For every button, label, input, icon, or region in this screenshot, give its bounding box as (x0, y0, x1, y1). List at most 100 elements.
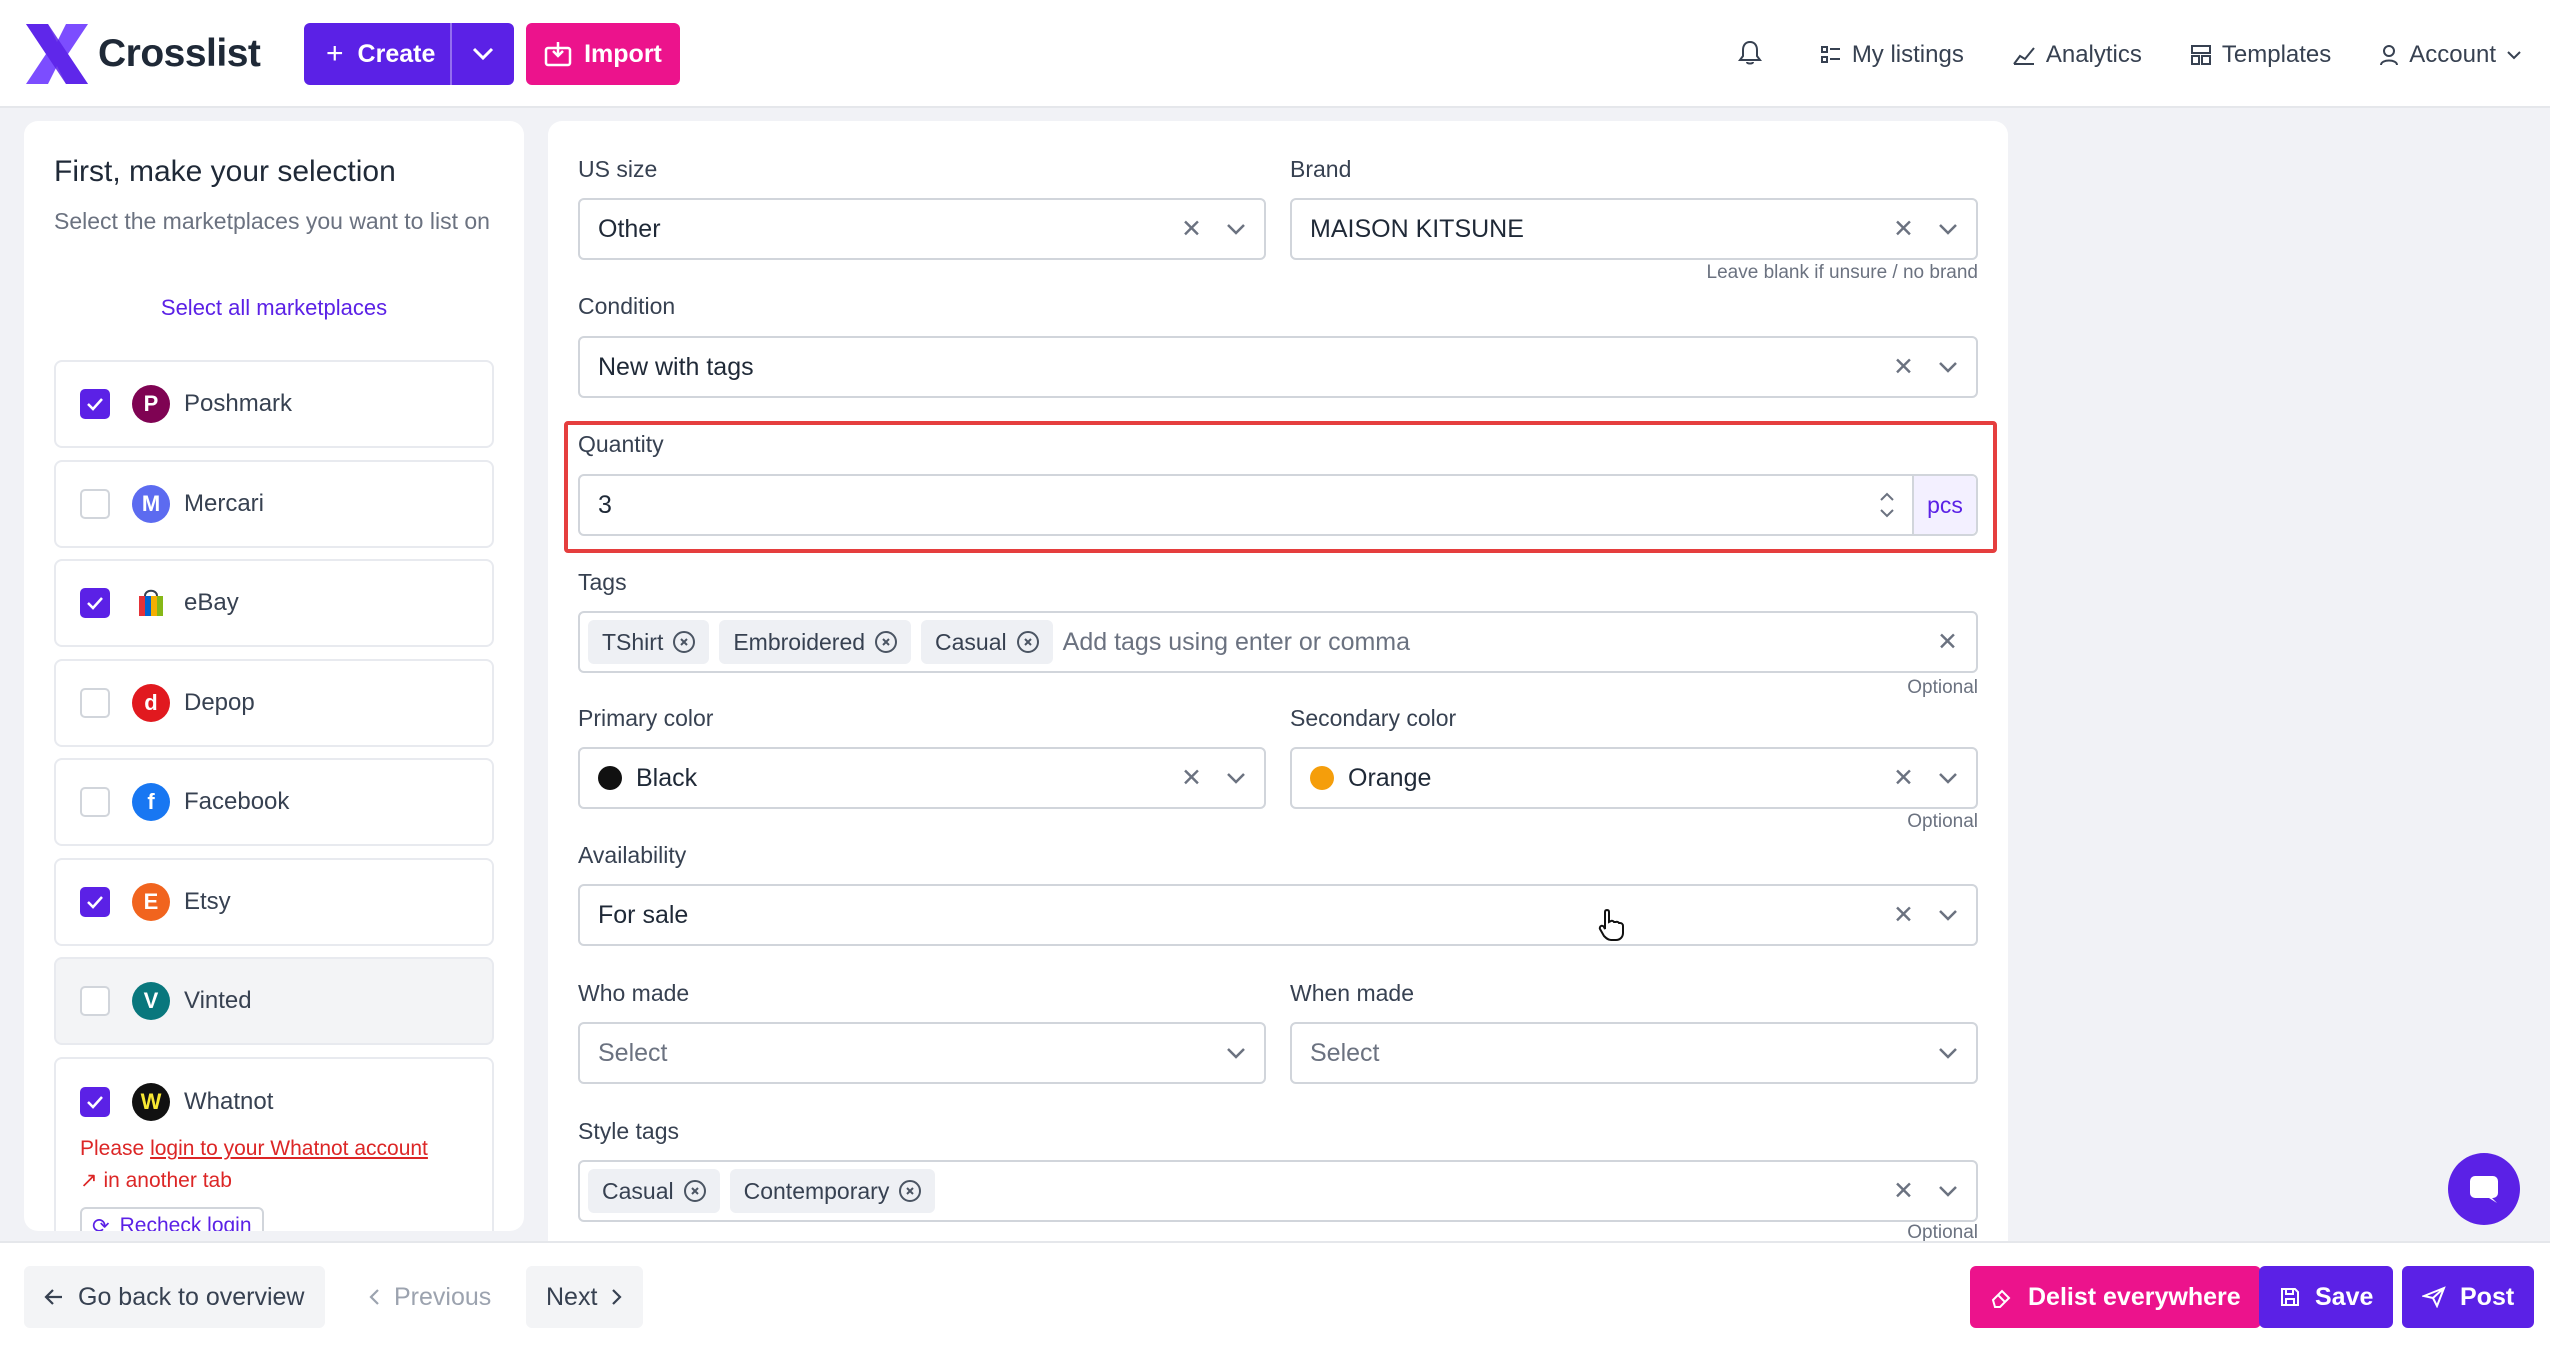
orange-swatch (1310, 766, 1334, 790)
quantity-spinner[interactable] (1862, 476, 1912, 534)
primary-color-select[interactable]: Black ✕ (578, 747, 1266, 809)
chevron-down-icon[interactable] (1226, 223, 1246, 235)
marketplace-name: Facebook (184, 788, 290, 815)
remove-tag-icon[interactable] (1016, 631, 1039, 653)
hand-cursor-icon (1598, 908, 1626, 947)
nav-my-listings[interactable]: My listings (1820, 41, 1964, 69)
secondary-color-select[interactable]: Orange ✕ (1290, 747, 1978, 809)
chat-launcher[interactable] (2448, 1153, 2520, 1225)
style-tags-select[interactable]: Casual Contemporary ✕ (578, 1160, 1978, 1222)
select-all-marketplaces-link[interactable]: Select all marketplaces (24, 295, 524, 321)
next-button[interactable]: Next (526, 1266, 644, 1328)
us-size-select[interactable]: Other ✕ (578, 198, 1266, 260)
tags-placeholder[interactable]: Add tags using enter or comma (1063, 628, 1410, 657)
chevron-down-icon[interactable] (1938, 772, 1958, 784)
when-made-label: When made (1290, 980, 1415, 1006)
poshmark-checkbox[interactable] (80, 389, 110, 419)
marketplace-mercari[interactable]: M Mercari (54, 460, 494, 548)
tags-input[interactable]: TShirt Embroidered Casual Add tags using… (578, 611, 1978, 673)
chevron-down-icon[interactable] (1226, 1047, 1246, 1059)
condition-select[interactable]: New with tags ✕ (578, 336, 1978, 398)
who-made-select[interactable]: Select (578, 1022, 1266, 1084)
marketplace-depop[interactable]: d Depop (54, 659, 494, 747)
previous-button[interactable]: Previous (348, 1266, 511, 1328)
bell-icon[interactable] (1737, 40, 1762, 71)
clear-icon[interactable]: ✕ (1893, 1176, 1914, 1206)
brand-hint: Leave blank if unsure / no brand (1706, 262, 1978, 283)
clear-icon[interactable]: ✕ (1181, 214, 1202, 244)
quantity-value[interactable]: 3 (580, 491, 1862, 520)
external-link-icon: ↗ (80, 1169, 98, 1192)
quantity-stepper[interactable]: 3 pcs (578, 474, 1978, 536)
marketplace-whatnot[interactable]: W Whatnot Please login to your Whatnot a… (54, 1057, 494, 1231)
import-label: Import (584, 39, 662, 68)
clear-icon[interactable]: ✕ (1893, 214, 1914, 244)
marketplace-facebook[interactable]: f Facebook (54, 758, 494, 846)
delist-everywhere-button[interactable]: Delist everywhere (1970, 1266, 2261, 1328)
ebay-checkbox[interactable] (80, 588, 110, 618)
clear-icon[interactable]: ✕ (1893, 352, 1914, 382)
chevron-down-icon[interactable] (1938, 1047, 1958, 1059)
etsy-checkbox[interactable] (80, 887, 110, 917)
brand-label: Brand (1290, 156, 1352, 182)
arrow-left-icon (44, 1289, 62, 1305)
clear-icon[interactable]: ✕ (1937, 627, 1958, 657)
whatnot-login-warning: Please login to your Whatnot account ↗ i… (80, 1133, 428, 1197)
chevron-down-icon[interactable] (1938, 1185, 1958, 1197)
import-icon (544, 42, 572, 67)
chevron-down-icon[interactable] (1879, 508, 1895, 518)
facebook-checkbox[interactable] (80, 787, 110, 817)
availability-label: Availability (578, 842, 687, 868)
nav-analytics[interactable]: Analytics (2012, 41, 2142, 69)
nav-account[interactable]: Account (2379, 41, 2522, 69)
go-back-label: Go back to overview (78, 1282, 305, 1311)
clear-icon[interactable]: ✕ (1893, 900, 1914, 930)
availability-select[interactable]: For sale ✕ (578, 884, 1978, 946)
when-made-select[interactable]: Select (1290, 1022, 1978, 1084)
secondary-color-label: Secondary color (1290, 705, 1457, 731)
chevron-down-icon[interactable] (1938, 909, 1958, 921)
whatnot-icon: W (132, 1083, 170, 1121)
marketplace-etsy[interactable]: E Etsy (54, 858, 494, 946)
nav-analytics-label: Analytics (2045, 41, 2142, 68)
marketplace-ebay[interactable]: eBay (54, 559, 494, 647)
chevron-up-icon[interactable] (1879, 492, 1895, 502)
when-made-value: Select (1310, 1038, 1380, 1067)
save-button[interactable]: Save (2259, 1266, 2394, 1328)
import-button[interactable]: Import (526, 23, 680, 85)
chevron-down-icon[interactable] (1938, 361, 1958, 373)
chat-icon (2470, 1176, 2498, 1203)
create-dropdown-toggle[interactable] (452, 23, 514, 85)
vinted-checkbox[interactable] (80, 986, 110, 1016)
post-button[interactable]: Post (2402, 1266, 2535, 1328)
marketplace-vinted[interactable]: V Vinted (54, 957, 494, 1045)
mercari-checkbox[interactable] (80, 489, 110, 519)
remove-tag-icon[interactable] (673, 631, 696, 653)
clear-icon[interactable]: ✕ (1181, 763, 1202, 793)
brand-value: MAISON KITSUNE (1310, 214, 1524, 243)
whatnot-login-link[interactable]: login to your Whatnot account (150, 1137, 428, 1160)
tag-label: Casual (935, 628, 1007, 655)
recheck-login-button[interactable]: ⟳ Recheck login (80, 1207, 264, 1231)
remove-tag-icon[interactable] (683, 1180, 706, 1202)
marketplace-poshmark[interactable]: P Poshmark (54, 360, 494, 448)
whatnot-checkbox[interactable] (80, 1087, 110, 1117)
brand-select[interactable]: MAISON KITSUNE ✕ (1290, 198, 1978, 260)
eraser-icon (1991, 1289, 2011, 1308)
logo[interactable]: Crosslist (22, 18, 261, 90)
primary-color-label: Primary color (578, 705, 714, 731)
clear-icon[interactable]: ✕ (1893, 763, 1914, 793)
go-back-button[interactable]: Go back to overview (24, 1266, 325, 1328)
create-main[interactable]: + Create (304, 23, 452, 85)
chevron-down-icon[interactable] (1938, 223, 1958, 235)
crosslist-logo-icon (26, 24, 88, 84)
nav-templates[interactable]: Templates (2190, 41, 2331, 69)
remove-tag-icon[interactable] (875, 631, 898, 653)
create-button[interactable]: + Create (304, 23, 514, 85)
chevron-down-icon[interactable] (1226, 772, 1246, 784)
remove-tag-icon[interactable] (899, 1180, 922, 1202)
user-icon (2380, 45, 2399, 66)
marketplace-name: Etsy (184, 888, 231, 915)
vinted-icon: V (132, 982, 170, 1020)
depop-checkbox[interactable] (80, 688, 110, 718)
